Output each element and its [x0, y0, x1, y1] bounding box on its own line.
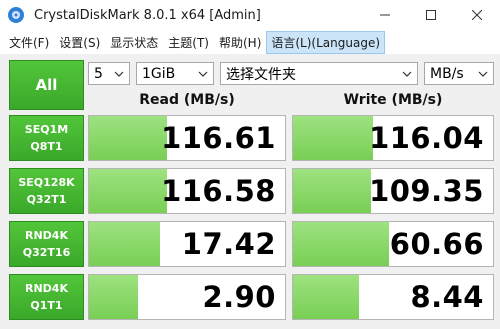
read-value: 17.42	[181, 227, 276, 261]
unit-value: MB/s	[430, 65, 464, 82]
close-button[interactable]	[454, 0, 500, 30]
read-result-cell: 2.90	[88, 274, 286, 320]
app-icon[interactable]	[6, 5, 26, 25]
maximize-icon	[426, 10, 436, 20]
count-select[interactable]: 5	[88, 62, 130, 85]
read-level-bar	[89, 116, 168, 160]
write-result-cell: 60.66	[292, 221, 494, 267]
write-value: 60.66	[389, 227, 484, 261]
write-value: 109.35	[369, 174, 484, 208]
menu-file[interactable]: 文件(F)	[4, 31, 54, 54]
read-result-cell: 116.61	[88, 115, 286, 161]
write-header: Write (MB/s)	[343, 92, 443, 108]
all-button[interactable]: All	[9, 60, 84, 110]
window-title: CrystalDiskMark 8.0.1 x64 [Admin]	[34, 7, 261, 23]
test-button-seq1m-q8t1[interactable]: SEQ1M Q8T1	[9, 115, 84, 161]
read-level-bar	[89, 169, 168, 213]
read-value: 2.90	[202, 280, 276, 314]
maximize-button[interactable]	[408, 0, 454, 30]
write-result-cell: 116.04	[292, 115, 494, 161]
read-header: Read (MB/s)	[139, 92, 235, 108]
count-value: 5	[94, 65, 103, 82]
target-value: 选择文件夹	[226, 66, 296, 83]
row-label-line2: Q8T1	[30, 140, 63, 153]
target-select[interactable]: 选择文件夹	[220, 62, 418, 85]
chevron-down-icon	[198, 71, 208, 77]
write-result-cell: 109.35	[292, 168, 494, 214]
row-label-line1: SEQ128K	[18, 176, 75, 189]
test-button-rnd4k-q32t16[interactable]: RND4K Q32T16	[9, 221, 84, 267]
write-level-bar	[293, 222, 389, 266]
write-level-bar	[293, 169, 371, 213]
size-select[interactable]: 1GiB	[136, 62, 214, 85]
menu-display-status[interactable]: 显示状态	[105, 31, 163, 54]
size-value: 1GiB	[142, 65, 176, 82]
menu-settings[interactable]: 设置(S)	[54, 31, 105, 54]
title-bar: CrystalDiskMark 8.0.1 x64 [Admin]	[0, 0, 500, 30]
write-level-bar	[293, 116, 373, 160]
close-icon	[472, 10, 482, 20]
row-label-line2: Q32T1	[26, 193, 67, 206]
row-label-line1: RND4K	[25, 282, 68, 295]
row-label-line1: SEQ1M	[24, 123, 69, 136]
minimize-button[interactable]	[362, 0, 408, 30]
row-label-line1: RND4K	[25, 229, 68, 242]
test-button-rnd4k-q1t1[interactable]: RND4K Q1T1	[9, 274, 84, 320]
write-value: 116.04	[369, 121, 484, 155]
read-value: 116.61	[161, 121, 276, 155]
menu-theme[interactable]: 主题(T)	[163, 31, 214, 54]
chevron-down-icon	[114, 71, 124, 77]
chevron-down-icon	[478, 71, 488, 77]
read-level-bar	[89, 222, 160, 266]
chevron-down-icon	[402, 71, 412, 77]
read-value: 116.58	[161, 174, 276, 208]
menu-language[interactable]: 语言(L)(Language)	[266, 30, 386, 54]
test-button-seq128k-q32t1[interactable]: SEQ128K Q32T1	[9, 168, 84, 214]
unit-select[interactable]: MB/s	[424, 62, 494, 85]
row-label-line2: Q1T1	[30, 299, 63, 312]
write-result-cell: 8.44	[292, 274, 494, 320]
row-label-line2: Q32T16	[22, 246, 71, 259]
minimize-icon	[380, 14, 390, 16]
read-level-bar	[89, 275, 138, 319]
read-result-cell: 17.42	[88, 221, 286, 267]
write-level-bar	[293, 275, 359, 319]
menu-bar: 文件(F) 设置(S) 显示状态 主题(T) 帮助(H) 语言(L)(Langu…	[0, 30, 500, 54]
read-result-cell: 116.58	[88, 168, 286, 214]
menu-help[interactable]: 帮助(H)	[214, 31, 266, 54]
write-value: 8.44	[410, 280, 484, 314]
